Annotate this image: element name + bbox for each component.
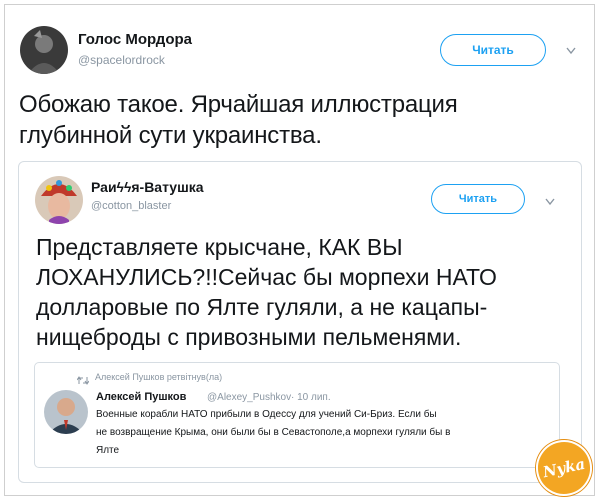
quoted-chevron-down-icon[interactable]	[545, 193, 555, 211]
follow-button[interactable]: Читать	[440, 34, 546, 66]
nested-text-line: не возвращение Крыма, они были бы в Сева…	[96, 427, 451, 438]
nested-author-avatar[interactable]	[44, 390, 88, 434]
quoted-author-name[interactable]: Раиϟϟя-Ватушка	[91, 179, 204, 195]
author-name[interactable]: Голос Мордора	[78, 31, 192, 48]
quoted-text-line: нищеброды с привозными пельменями.	[36, 324, 462, 350]
quoted-text-line: долларовые по Ялте гуляли, а не кацапы-	[36, 294, 488, 320]
author-avatar[interactable]	[20, 26, 68, 74]
nested-author-name[interactable]: Алексей Пушков	[96, 391, 186, 403]
tweet-text-line: Обожаю такое. Ярчайшая иллюстрация	[19, 91, 458, 118]
author-handle[interactable]: @spacelordrock	[78, 53, 165, 67]
quoted-follow-button[interactable]: Читать	[431, 184, 525, 214]
tweet-text-line: глубинной сути украинства.	[19, 122, 322, 149]
nested-time[interactable]: · 10 лип.	[291, 392, 331, 403]
quoted-author-avatar[interactable]	[35, 176, 83, 224]
nested-text-line: Военные корабли НАТО прибыли в Одессу дл…	[96, 409, 437, 420]
retweet-icon	[76, 372, 90, 390]
quoted-author-handle[interactable]: @cotton_blaster	[91, 200, 171, 212]
quoted-text-line: ЛОХАНУЛИСЬ?!!Сейчас бы морпехи НАТО	[36, 264, 497, 290]
quoted-text-line: Представляете крысчане, КАК ВЫ	[36, 234, 403, 260]
nested-author-handle[interactable]: @Alexey_Pushkov	[207, 392, 291, 403]
nested-text-line: Ялте	[96, 445, 120, 456]
watermark-label: Nyka	[541, 454, 587, 482]
retweet-label: Алексей Пушков ретвітнув(ла)	[95, 372, 223, 382]
chevron-down-icon[interactable]	[566, 42, 576, 60]
